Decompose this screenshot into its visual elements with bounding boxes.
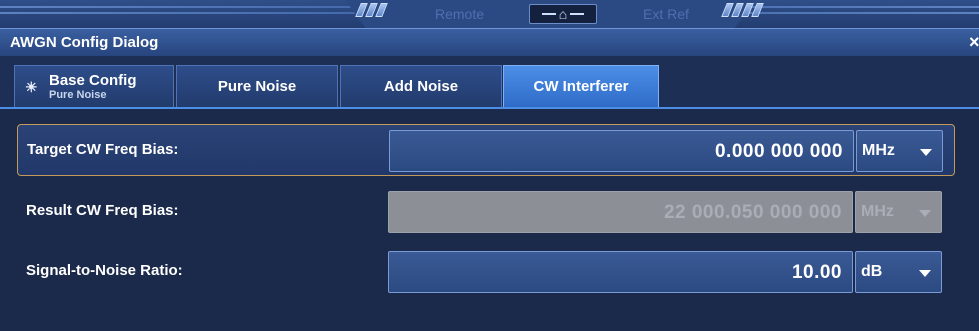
decor-slashes-left bbox=[355, 3, 388, 17]
snr-row: Signal-to-Noise Ratio: 10.00 dB bbox=[17, 246, 955, 298]
tab-bar: ☀ Base Config Pure Noise Pure Noise Add … bbox=[0, 56, 979, 108]
tab-label: CW Interferer bbox=[533, 78, 629, 95]
field-value: 10.00 bbox=[791, 262, 842, 283]
ext-ref-indicator: Ext Ref bbox=[643, 6, 689, 22]
tab-label: Pure Noise bbox=[217, 78, 297, 95]
home-icon: ⌂ bbox=[558, 6, 568, 22]
chevron-down-icon bbox=[920, 149, 932, 156]
unit-label: MHz bbox=[862, 142, 895, 159]
field-label: Result CW Freq Bias: bbox=[26, 202, 179, 219]
tab-label: Add Noise bbox=[383, 78, 459, 95]
unit-label: dB bbox=[861, 263, 883, 280]
tab-pure-noise[interactable]: Pure Noise bbox=[176, 65, 338, 107]
sun-icon: ☀ bbox=[25, 79, 38, 95]
unit-dropdown: MHz bbox=[855, 191, 942, 233]
dialog-titlebar: AWGN Config Dialog × bbox=[0, 28, 979, 56]
tab-label: Base Config bbox=[49, 71, 137, 89]
chevron-down-icon bbox=[919, 270, 931, 277]
snr-input[interactable]: 10.00 bbox=[388, 251, 853, 293]
dialog-content: Target CW Freq Bias: 0.000 000 000 MHz R… bbox=[0, 109, 979, 331]
dialog-title: AWGN Config Dialog bbox=[10, 34, 159, 51]
result-cw-freq-bias-field: 22 000.050 000 000 bbox=[388, 191, 853, 233]
field-value: 0.000 000 000 bbox=[714, 141, 843, 162]
target-cw-freq-bias-row: Target CW Freq Bias: 0.000 000 000 MHz bbox=[17, 124, 955, 176]
remote-indicator: Remote bbox=[435, 6, 485, 22]
home-button[interactable]: ⌂ bbox=[529, 4, 597, 24]
field-label: Target CW Freq Bias: bbox=[27, 141, 179, 158]
result-cw-freq-bias-row: Result CW Freq Bias: 22 000.050 000 000 … bbox=[17, 186, 955, 238]
tab-base-config[interactable]: ☀ Base Config Pure Noise bbox=[14, 65, 174, 107]
unit-dropdown[interactable]: MHz bbox=[856, 130, 943, 172]
target-cw-freq-bias-input[interactable]: 0.000 000 000 bbox=[389, 130, 854, 172]
tab-add-noise[interactable]: Add Noise bbox=[340, 65, 502, 107]
unit-label: MHz bbox=[861, 203, 894, 220]
chevron-down-icon bbox=[919, 210, 931, 217]
field-label: Signal-to-Noise Ratio: bbox=[26, 262, 183, 279]
close-icon[interactable]: × bbox=[969, 32, 979, 53]
decor-slashes-right bbox=[721, 3, 764, 17]
tab-sublabel: Pure Noise bbox=[49, 88, 107, 101]
top-status-bar: Remote ⌂ Ext Ref bbox=[0, 0, 979, 28]
unit-dropdown[interactable]: dB bbox=[855, 251, 942, 293]
tab-cw-interferer[interactable]: CW Interferer bbox=[503, 65, 659, 107]
field-value: 22 000.050 000 000 bbox=[663, 202, 842, 223]
